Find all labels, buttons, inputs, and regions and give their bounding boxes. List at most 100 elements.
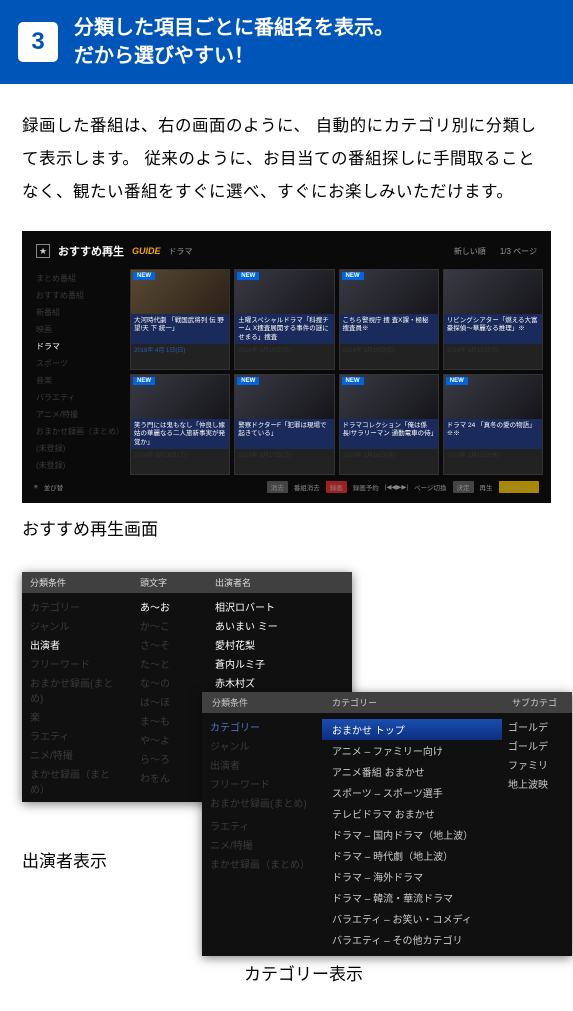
sidebar-item[interactable]: 音楽 [36, 375, 124, 386]
program-tile[interactable]: NEWドラマ 24 「真冬の愛の物語」※※2018年 3月15日(木) [443, 374, 543, 475]
screen1-footer: ≡並び替 消去番組消去 録画録画予約 |◀◀▶▶|ページ切換 決定再生 サブメニ… [30, 475, 543, 495]
list-item[interactable]: ジャンル [30, 618, 124, 633]
program-tile[interactable]: NEW土曜スペシャルドラマ「科捜チーム X捜査展開する事件の謎にせまる」捜査20… [234, 269, 334, 370]
sidebar-item[interactable]: アニメ/特撮 [36, 409, 124, 420]
list-item[interactable]: わをん [140, 770, 199, 785]
program-tile[interactable]: NEWこちら警視庁 捜 査X課・極秘捜査員※2018年 3月18日(日) [339, 269, 439, 370]
performer-name[interactable]: 蒼内ルミ子 [215, 656, 344, 671]
list-item[interactable]: おまかせ録画(まとめ) [30, 675, 124, 705]
sidebar-item[interactable]: 新番組 [36, 307, 124, 318]
category-row[interactable]: ドラマ – 国内ドラマ（地上波） [322, 824, 502, 845]
tile-title: ドラマコレクション「俺は係長!サラリーマン 通勤電車の侍」 [340, 419, 438, 449]
category-row[interactable]: ドラマ – 時代劇（地上波） [322, 845, 502, 866]
category-row[interactable]: おまかせ トップ [322, 719, 502, 740]
list-item[interactable]: まかせ録画（まとめ） [30, 766, 124, 796]
caption-performer: 出演者表示 [22, 847, 107, 872]
category-row[interactable]: スポーツ – スポーツ選手 [322, 782, 502, 803]
panel-b-head-1: 分類条件 [202, 692, 322, 713]
tile-title: 土曜スペシャルドラマ「科捜チーム X捜査展開する事件の謎にせまる」捜査 [235, 314, 333, 344]
program-tile[interactable]: NEW警察ドクターF「犯罪は現場で起きている」2018年 3月17日(土) [234, 374, 334, 475]
list-item[interactable]: ニメ/特撮 [30, 747, 124, 762]
tile-title: こちら警視庁 捜 査X課・極秘捜査員※ [340, 314, 438, 344]
filter-panels-wrap: 分類条件 頭文字 出演者名 カテゴリージャンル出演者フリーワードおまかせ録画(ま… [22, 572, 551, 952]
list-item[interactable]: ジャンル [210, 738, 314, 753]
section-header: 3 分類した項目ごとに番組名を表示。 だから選びやすい！ [0, 0, 573, 84]
program-tile[interactable]: NEWドラマコレクション「俺は係長!サラリーマン 通勤電車の侍」2018年 3月… [339, 374, 439, 475]
sidebar-item[interactable]: (未登録) [36, 443, 124, 454]
performer-name[interactable]: 相沢ロバート [215, 599, 344, 614]
category-row[interactable]: バラエティ – その他カテゴリ [322, 929, 502, 950]
subcategory-item[interactable]: ファミリ [508, 757, 566, 772]
tile-title: 笑う門には鬼もなし「仲良し嫁姑の華麗なる二人旅新事実が発覚か」 [131, 419, 229, 449]
new-badge: NEW [133, 272, 155, 280]
tile-date: 2018年 3月18日(土) [131, 449, 229, 462]
list-item[interactable]: カテゴリー [210, 719, 314, 734]
lead-paragraph: 録画した番組は、右の画面のように、 自動的にカテゴリ別に分類して表示します。 従… [22, 110, 551, 209]
sidebar-item[interactable]: まとめ番組 [36, 273, 124, 284]
category-row[interactable]: バラエティ – お笑い・コメディ [322, 908, 502, 929]
sidebar-item[interactable]: おまかせ録画（まとめ） [36, 426, 124, 437]
star-icon: ★ [36, 244, 50, 258]
performer-name[interactable]: 愛村花梨 [215, 637, 344, 652]
panel-b-col-subcategory: ゴールデゴールデファミリ地上波映 [502, 713, 572, 956]
category-row[interactable]: ドラマ – 海外ドラマ [322, 866, 502, 887]
list-item[interactable]: フリーワード [210, 776, 314, 791]
performer-name[interactable]: あいまい ミー [215, 618, 344, 633]
list-item[interactable]: ま〜も [140, 713, 199, 728]
category-row[interactable]: ドラマ – 韓流・華流ドラマ [322, 887, 502, 908]
subcategory-item[interactable]: ゴールデ [508, 738, 566, 753]
caption-category: カテゴリー表示 [244, 960, 551, 985]
step-number-badge: 3 [18, 22, 58, 62]
list-item[interactable]: ら〜ろ [140, 751, 199, 766]
new-badge: NEW [342, 272, 364, 280]
list-item[interactable]: カテゴリー [30, 599, 124, 614]
list-item[interactable]: さ〜そ [140, 637, 199, 652]
subcategory-item[interactable]: 地上波映 [508, 776, 566, 791]
panel-a-head-1: 分類条件 [22, 572, 132, 593]
sidebar-item[interactable]: ドラマ [36, 341, 124, 352]
program-tile[interactable]: NEW笑う門には鬼もなし「仲良し嫁姑の華麗なる二人旅新事実が発覚か」2018年 … [130, 374, 230, 475]
screen1-title: おすすめ再生 [58, 243, 124, 259]
list-item[interactable]: 楽 [30, 709, 124, 724]
program-tile-grid: NEW大河時代劇 「戦国武将列 伝 野 望!天 下 統一」2018年 4月 1日… [130, 269, 543, 475]
list-item[interactable]: 出演者 [210, 757, 314, 772]
category-sidebar: まとめ番組おすすめ番組新番組映画ドラマスポーツ音楽バラエティアニメ/特撮おまかせ… [30, 269, 130, 475]
list-item[interactable]: おまかせ録画(まとめ) [210, 795, 314, 810]
list-item[interactable]: か〜こ [140, 618, 199, 633]
category-row[interactable]: テレビドラマ おまかせ [322, 803, 502, 824]
sidebar-item[interactable]: スポーツ [36, 358, 124, 369]
tile-title: リビングシアター「燃える大富豪探偵〜華麗なる推理」※ [444, 314, 542, 344]
list-item[interactable]: ラエティ [30, 728, 124, 743]
new-badge: NEW [237, 272, 259, 280]
tile-title: 警察ドクターF「犯罪は現場で起きている」 [235, 419, 333, 449]
list-item[interactable]: ニメ/特撮 [210, 837, 314, 852]
tile-date: 2018年 3月16日(金) [340, 449, 438, 462]
panel-b-head-3: サブカテゴ [502, 692, 572, 713]
list-item[interactable]: フリーワード [30, 656, 124, 671]
list-item[interactable]: ラエティ [210, 818, 314, 833]
sidebar-item[interactable]: 映画 [36, 324, 124, 335]
program-tile[interactable]: NEW大河時代劇 「戦国武将列 伝 野 望!天 下 統一」2018年 4月 1日… [130, 269, 230, 370]
list-item[interactable]: な〜の [140, 675, 199, 690]
page-indicator: 1/3 ページ [500, 246, 537, 257]
list-item[interactable]: まかせ録画（まとめ） [210, 856, 314, 871]
list-item[interactable]: 出演者 [30, 637, 124, 652]
sidebar-item[interactable]: (未登録) [36, 460, 124, 471]
caption-recommended: おすすめ再生画面 [22, 515, 551, 540]
sidebar-item[interactable]: おすすめ番組 [36, 290, 124, 301]
program-tile[interactable]: リビングシアター「燃える大富豪探偵〜華麗なる推理」※2018年 3月18日(日) [443, 269, 543, 370]
sidebar-item[interactable]: バラエティ [36, 392, 124, 403]
performer-name[interactable]: 赤木村ズ [215, 675, 344, 690]
subcategory-item[interactable]: ゴールデ [508, 719, 566, 734]
screen1-category: ドラマ [169, 246, 193, 257]
list-item[interactable]: あ〜お [140, 599, 199, 614]
list-item[interactable]: は〜ほ [140, 694, 199, 709]
category-row[interactable]: アニメ番組 おまかせ [322, 761, 502, 782]
tile-date: 2018年 3月17日(土) [235, 449, 333, 462]
recommended-playback-screen: ★ おすすめ再生 GUIDE ドラマ 新しい順 1/3 ページ まとめ番組おすす… [22, 231, 551, 503]
tile-date: 2018年 4月 1日(日) [131, 344, 229, 357]
category-row[interactable]: アニメ – ファミリー向け [322, 740, 502, 761]
list-item[interactable]: た〜と [140, 656, 199, 671]
panel-a-col-condition: カテゴリージャンル出演者フリーワードおまかせ録画(まとめ) 楽ラエティニメ/特撮ま… [22, 593, 132, 802]
list-item[interactable]: や〜よ [140, 732, 199, 747]
